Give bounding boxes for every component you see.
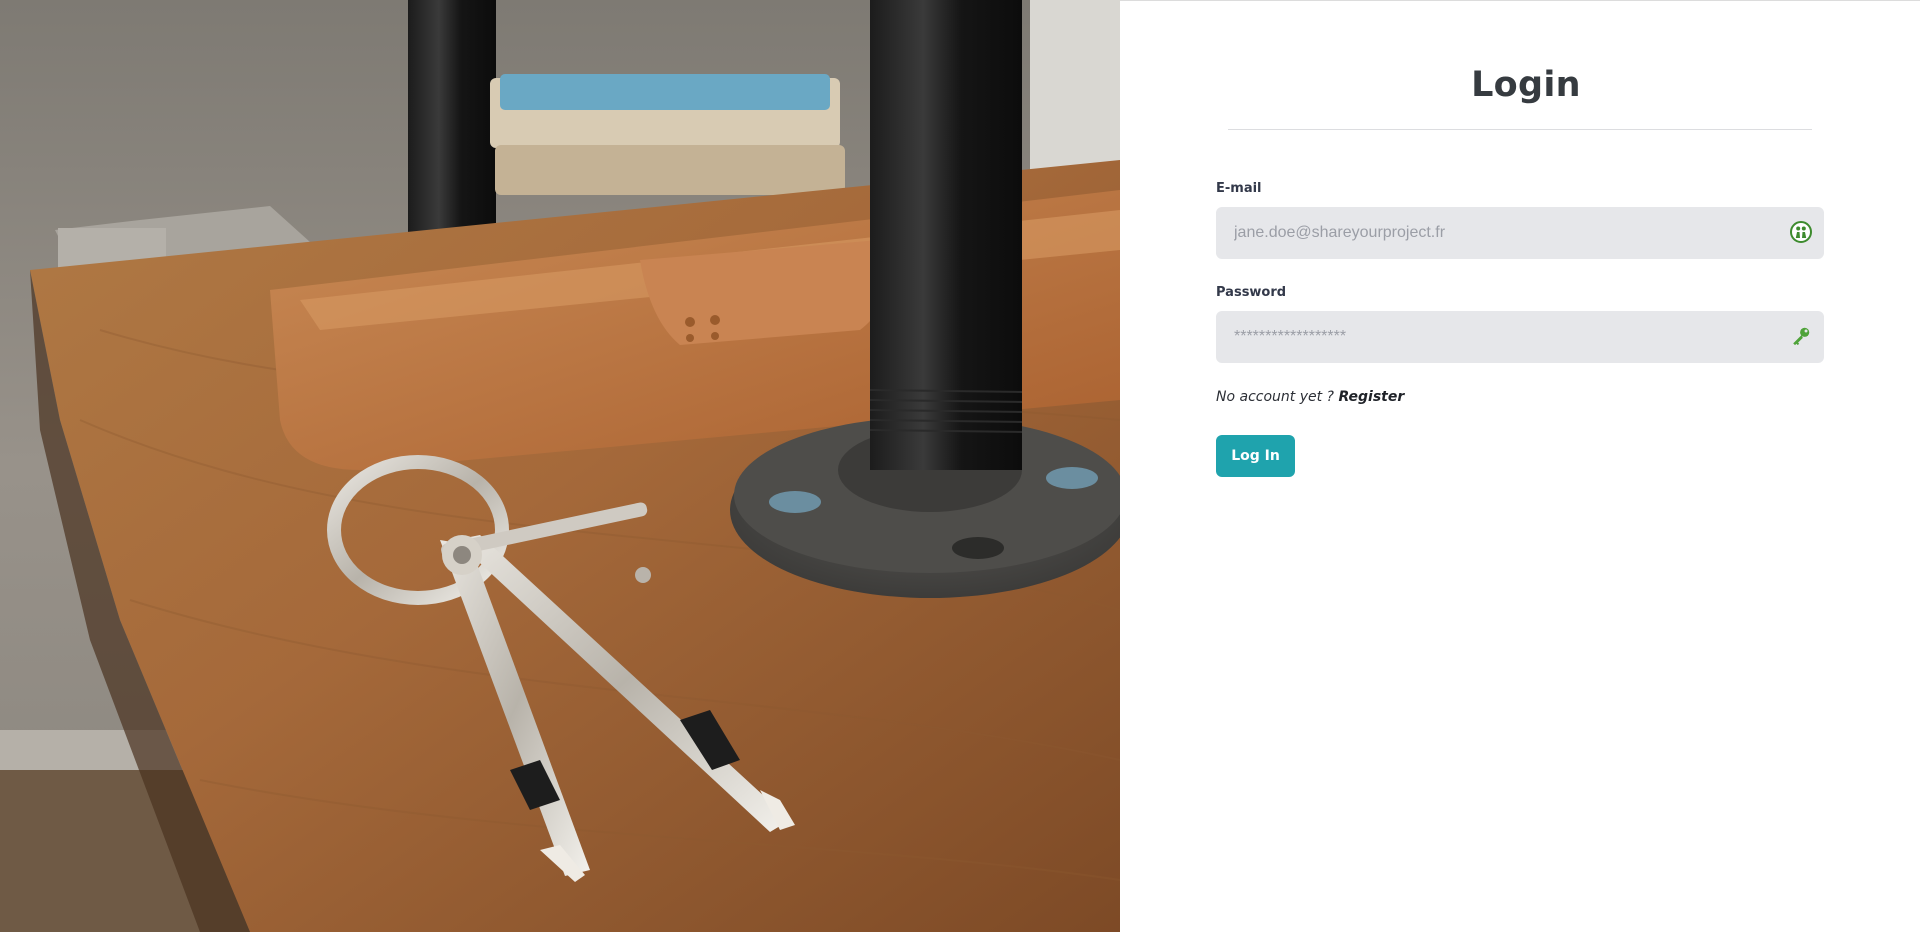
user-icon — [1788, 219, 1814, 245]
hero-image — [0, 0, 1120, 932]
key-icon — [1788, 323, 1814, 349]
password-input[interactable] — [1216, 311, 1824, 363]
register-prompt-text: No account yet ? — [1216, 389, 1334, 405]
page-title: Login — [1471, 65, 1581, 105]
login-panel: Login E-mail Password No account yet ? — [1120, 0, 1920, 932]
login-button[interactable]: Log In — [1216, 435, 1295, 477]
password-label: Password — [1216, 285, 1287, 300]
desk-photo-illustration — [0, 0, 1120, 932]
register-link[interactable]: Register — [1338, 389, 1404, 405]
email-input[interactable] — [1216, 207, 1824, 259]
email-label: E-mail — [1216, 181, 1262, 196]
register-prompt: No account yet ? Register — [1216, 389, 1404, 405]
email-field-wrapper — [1216, 207, 1824, 259]
title-divider — [1228, 129, 1812, 130]
password-field-wrapper — [1216, 311, 1824, 363]
